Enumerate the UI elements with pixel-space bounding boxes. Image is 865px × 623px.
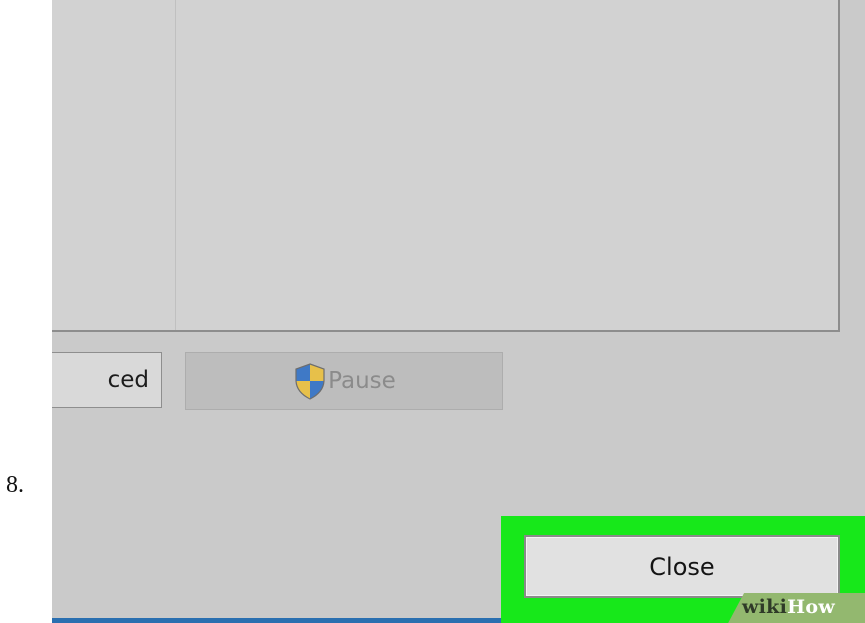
panel-column-divider (175, 0, 176, 330)
watermark-wiki: wiki (742, 596, 788, 618)
pause-button[interactable]: Pause (185, 352, 503, 410)
advanced-button[interactable]: ced (52, 352, 162, 408)
advanced-button-label: ced (107, 367, 149, 393)
dialog-screenshot: ced Pause Close wikiHow (52, 0, 865, 623)
content-panel (52, 0, 840, 332)
pause-button-label: Pause (328, 368, 396, 394)
watermark-text: wikiHow (742, 596, 835, 618)
wikihow-step-image: 8. ced Pause Close wikiHow (0, 0, 865, 623)
watermark-how: How (787, 596, 836, 618)
step-number: 8. (6, 472, 24, 498)
close-button-label: Close (649, 552, 715, 581)
taskbar-edge (52, 618, 501, 623)
wikihow-watermark: wikiHow (712, 583, 865, 623)
uac-shield-icon (292, 361, 328, 401)
